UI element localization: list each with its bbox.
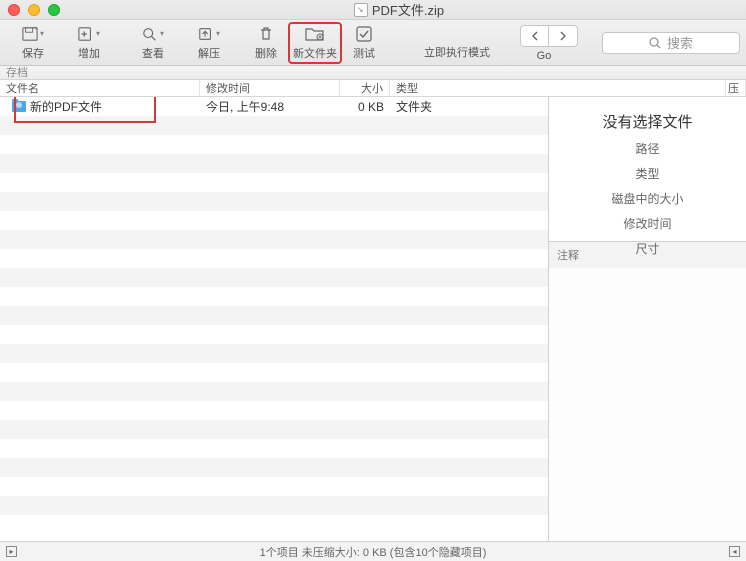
- folder-icon: [12, 101, 26, 112]
- comment-label: 注释: [549, 242, 746, 268]
- table-row: [0, 401, 548, 420]
- table-row: [0, 135, 548, 154]
- file-name: 新的PDF文件: [30, 98, 102, 115]
- status-expand-left-button[interactable]: ▸: [6, 546, 17, 557]
- zoom-window-button[interactable]: [48, 4, 60, 16]
- test-button[interactable]: 测试: [344, 22, 384, 64]
- table-row: [0, 173, 548, 192]
- chevron-left-icon: [530, 31, 540, 41]
- comment-area[interactable]: [549, 268, 746, 541]
- add-button[interactable]: ▾ 增加: [62, 22, 116, 64]
- toolbar: ▾ 保存 ▾ 增加 ▾ 查看 ▾ 解压: [0, 20, 746, 66]
- table-row: [0, 268, 548, 287]
- column-mtime[interactable]: 修改时间: [200, 80, 340, 96]
- status-bar: ▸ 1个项目 未压缩大小: 0 KB (包含10个隐藏项目) ◂: [0, 541, 746, 561]
- close-window-button[interactable]: [8, 4, 20, 16]
- table-row: [0, 363, 548, 382]
- window-title-text: PDF文件.zip: [372, 0, 444, 19]
- check-icon: [353, 25, 375, 43]
- table-row: [0, 496, 548, 515]
- table-row: [0, 211, 548, 230]
- no-selection-title: 没有选择文件: [602, 111, 692, 132]
- status-expand-right-button[interactable]: ◂: [729, 546, 740, 557]
- delete-button[interactable]: 删除: [246, 22, 286, 64]
- new-folder-icon: [304, 25, 326, 43]
- column-type[interactable]: 类型: [390, 80, 726, 96]
- archive-icon: [354, 3, 368, 17]
- extract-icon: ▾: [198, 25, 220, 43]
- main-area: 新的PDF文件 今日, 上午9:480 KB文件夹 没有选择文件 路径 类型 磁盘…: [0, 97, 746, 541]
- back-button[interactable]: [521, 26, 549, 46]
- info-panel: 没有选择文件 路径 类型 磁盘中的大小 修改时间 尺寸: [549, 97, 746, 242]
- table-row: [0, 325, 548, 344]
- nav-buttons: [520, 25, 578, 47]
- column-name[interactable]: 文件名: [0, 80, 200, 96]
- table-row: [0, 287, 548, 306]
- forward-button[interactable]: [549, 26, 577, 46]
- column-size[interactable]: 大小: [340, 80, 390, 96]
- table-row: [0, 420, 548, 439]
- table-row: [0, 230, 548, 249]
- table-row[interactable]: 新的PDF文件 今日, 上午9:480 KB文件夹: [0, 97, 548, 116]
- info-path-label: 路径: [635, 140, 659, 157]
- table-row: [0, 306, 548, 325]
- window-title: PDF文件.zip: [60, 0, 738, 19]
- column-compressed[interactable]: 压: [726, 80, 746, 96]
- table-row: [0, 382, 548, 401]
- cell-mtime: 今日, 上午9:48: [200, 98, 340, 115]
- table-row: [0, 249, 548, 268]
- save-icon: ▾: [22, 25, 44, 43]
- titlebar: PDF文件.zip: [0, 0, 746, 20]
- view-button[interactable]: ▾ 查看: [126, 22, 180, 64]
- info-sidebar: 没有选择文件 路径 类型 磁盘中的大小 修改时间 尺寸 注释: [548, 97, 746, 541]
- chevron-right-icon: [558, 31, 568, 41]
- info-type-label: 类型: [635, 165, 659, 182]
- search-field[interactable]: 搜索: [602, 32, 740, 54]
- table-row: [0, 458, 548, 477]
- go-label: Go: [537, 50, 552, 62]
- table-row: [0, 116, 548, 135]
- table-row: [0, 344, 548, 363]
- trash-icon: [255, 25, 277, 43]
- exec-mode-label[interactable]: 立即执行模式: [424, 26, 490, 60]
- info-disksize-label: 磁盘中的大小: [611, 190, 683, 207]
- info-mtime-label: 修改时间: [623, 215, 671, 232]
- cell-type: 文件夹: [390, 98, 548, 115]
- section-archive-label: 存档: [0, 66, 746, 80]
- extract-button[interactable]: ▾ 解压: [182, 22, 236, 64]
- window-controls: [8, 4, 60, 16]
- add-icon: ▾: [78, 25, 100, 43]
- save-button[interactable]: ▾ 保存: [6, 22, 60, 64]
- table-row: [0, 192, 548, 211]
- column-headers: 文件名 修改时间 大小 类型 压: [0, 80, 746, 97]
- status-text: 1个项目 未压缩大小: 0 KB (包含10个隐藏项目): [25, 544, 721, 560]
- file-list[interactable]: 新的PDF文件 今日, 上午9:480 KB文件夹: [0, 97, 548, 541]
- table-row: [0, 154, 548, 173]
- new-folder-button[interactable]: 新文件夹: [288, 22, 342, 64]
- search-icon: [649, 37, 661, 49]
- cell-name: 新的PDF文件: [0, 98, 200, 115]
- search-icon: ▾: [142, 25, 164, 43]
- table-row: [0, 477, 548, 496]
- minimize-window-button[interactable]: [28, 4, 40, 16]
- cell-size: 0 KB: [340, 100, 390, 114]
- table-row: [0, 439, 548, 458]
- table-row: [0, 515, 548, 534]
